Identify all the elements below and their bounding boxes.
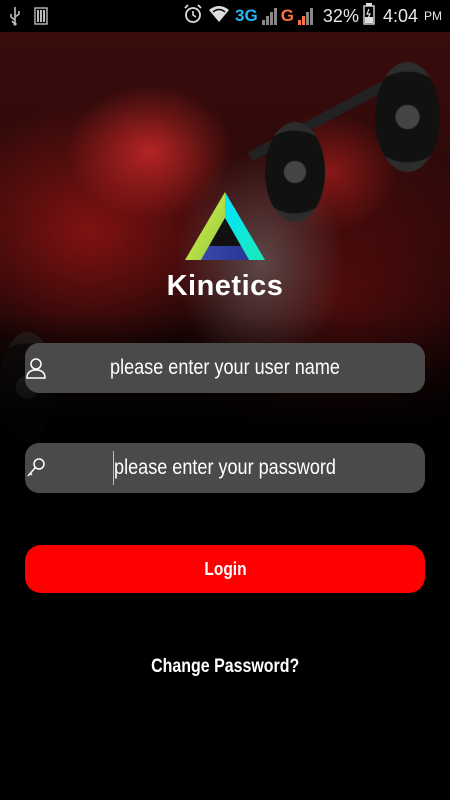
wifi-icon: [207, 4, 231, 29]
triangle-logo-icon: [185, 192, 265, 260]
username-field[interactable]: please enter your user name: [25, 343, 425, 393]
password-field[interactable]: please enter your password: [25, 443, 425, 493]
user-icon: [25, 357, 47, 379]
battery-icon: [363, 2, 375, 30]
signal-icon: [261, 7, 277, 25]
network-g-label: G: [280, 6, 294, 25]
status-bar: 3G G 32% 4:04 PM: [0, 0, 450, 32]
status-left: [8, 6, 48, 31]
dumbbell-plate-right: [375, 62, 440, 172]
login-button[interactable]: Login: [25, 545, 425, 593]
change-password-label: Change Password?: [150, 656, 300, 677]
key-icon: [25, 457, 47, 479]
usb-icon: [8, 6, 22, 31]
alarm-icon: [183, 3, 203, 29]
sim-icon: [34, 7, 48, 30]
battery-percent: 32%: [322, 5, 359, 26]
signal-icon-2: [297, 7, 313, 25]
brand-name: Kinetics: [166, 270, 284, 302]
password-placeholder: please enter your password: [114, 456, 336, 479]
network-3g-label: 3G: [235, 6, 258, 25]
change-password-link[interactable]: Change Password?: [0, 656, 450, 678]
status-right: 3G G 32% 4:04 PM: [183, 0, 442, 32]
username-placeholder: please enter your user name: [110, 356, 340, 379]
clock-ampm: PM: [424, 9, 442, 23]
app-logo: Kinetics: [0, 190, 450, 310]
clock-time: 4:04: [382, 5, 418, 26]
login-label: Login: [203, 559, 247, 579]
